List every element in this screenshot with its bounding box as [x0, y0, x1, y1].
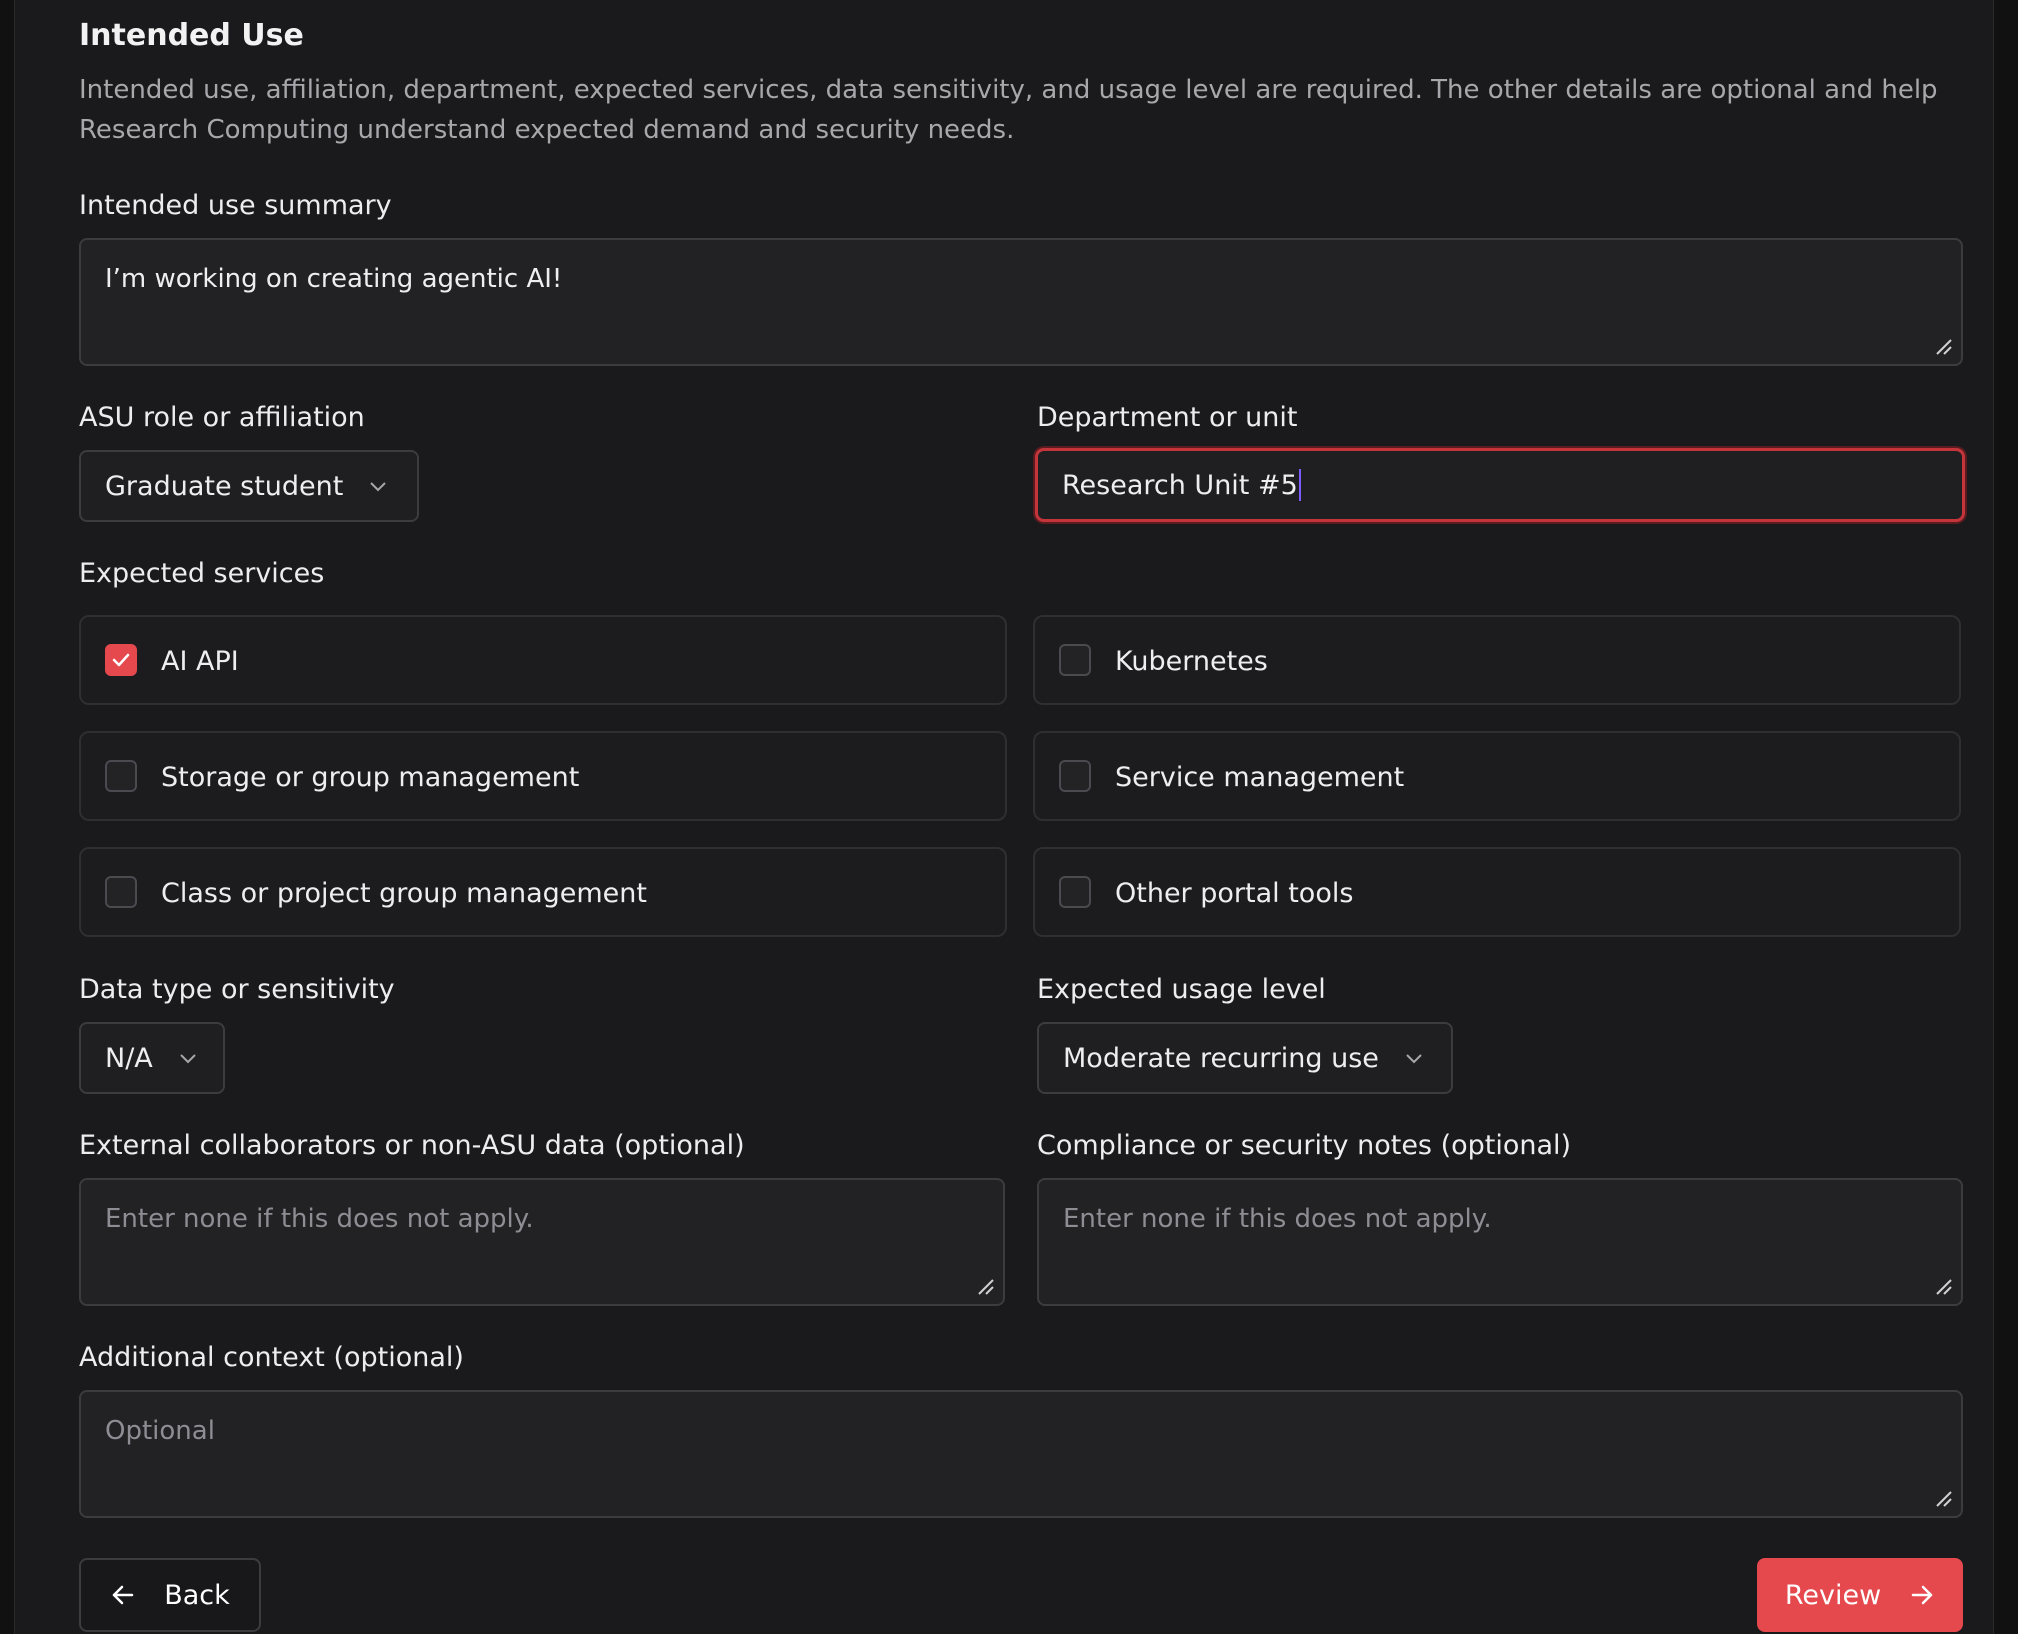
compliance-textarea[interactable]: Enter none if this does not apply.: [1037, 1178, 1963, 1306]
review-button-label: Review: [1784, 1579, 1882, 1611]
external-label: External collaborators or non-ASU data (…: [79, 1130, 745, 1161]
usage-level-label: Expected usage level: [1037, 974, 1326, 1005]
additional-placeholder: Optional: [105, 1416, 215, 1446]
data-sensitivity-label: Data type or sensitivity: [79, 974, 395, 1005]
service-option-other-tools[interactable]: Other portal tools: [1033, 847, 1961, 937]
intended-use-value: I’m working on creating agentic AI!: [105, 264, 563, 294]
services-label: Expected services: [79, 558, 325, 589]
service-option-class-project[interactable]: Class or project group management: [79, 847, 1007, 937]
checkbox[interactable]: [1059, 876, 1091, 908]
service-label: Service management: [1115, 762, 1405, 793]
section-description: Intended use, affiliation, department, e…: [79, 75, 1938, 145]
additional-label: Additional context (optional): [79, 1342, 464, 1373]
external-placeholder: Enter none if this does not apply.: [105, 1204, 534, 1234]
chevron-down-icon: [180, 1054, 196, 1064]
checkbox[interactable]: [105, 760, 137, 792]
resize-grip-icon[interactable]: [1935, 338, 1953, 356]
department-value: Research Unit #5: [1062, 469, 1298, 501]
department-input[interactable]: Research Unit #5: [1035, 448, 1965, 522]
service-option-service-management[interactable]: Service management: [1033, 731, 1961, 821]
resize-grip-icon[interactable]: [1935, 1490, 1953, 1508]
resize-grip-icon[interactable]: [1935, 1278, 1953, 1296]
service-option-storage[interactable]: Storage or group management: [79, 731, 1007, 821]
chevron-down-icon: [1406, 1054, 1422, 1064]
affiliation-select[interactable]: Graduate student: [79, 450, 419, 522]
intended-use-label: Intended use summary: [79, 190, 392, 221]
service-label: Class or project group management: [161, 878, 647, 909]
arrow-right-icon: [1911, 1585, 1933, 1605]
service-label: Other portal tools: [1115, 878, 1354, 909]
checkbox[interactable]: [1059, 760, 1091, 792]
review-button[interactable]: Review: [1757, 1558, 1963, 1632]
service-option-ai-api[interactable]: AI API: [79, 615, 1007, 705]
usage-level-selected: Moderate recurring use: [1063, 1042, 1379, 1074]
checkbox-checked[interactable]: [105, 644, 137, 676]
section-title: Intended Use: [79, 18, 304, 53]
service-label: AI API: [161, 646, 239, 677]
text-caret: [1298, 469, 1301, 501]
compliance-placeholder: Enter none if this does not apply.: [1063, 1204, 1492, 1234]
service-option-kubernetes[interactable]: Kubernetes: [1033, 615, 1961, 705]
affiliation-label: ASU role or affiliation: [79, 402, 365, 433]
department-label: Department or unit: [1037, 402, 1298, 433]
additional-textarea[interactable]: Optional: [79, 1390, 1963, 1518]
service-label: Storage or group management: [161, 762, 580, 793]
data-sensitivity-selected: N/A: [105, 1042, 153, 1074]
intended-use-panel: Intended Use Intended use, affiliation, …: [14, 0, 1994, 1634]
checkbox[interactable]: [1059, 644, 1091, 676]
service-label: Kubernetes: [1115, 646, 1268, 677]
affiliation-selected: Graduate student: [105, 470, 344, 502]
back-button-label: Back: [164, 1579, 230, 1611]
compliance-label: Compliance or security notes (optional): [1037, 1130, 1572, 1161]
external-textarea[interactable]: Enter none if this does not apply.: [79, 1178, 1005, 1306]
arrow-left-icon: [112, 1585, 134, 1605]
chevron-down-icon: [370, 482, 387, 492]
data-sensitivity-select[interactable]: N/A: [79, 1022, 225, 1094]
intended-use-textarea[interactable]: I’m working on creating agentic AI!: [79, 238, 1963, 366]
checkbox[interactable]: [105, 876, 137, 908]
check-icon: [112, 653, 130, 667]
resize-grip-icon[interactable]: [977, 1278, 995, 1296]
back-button[interactable]: Back: [79, 1558, 261, 1632]
usage-level-select[interactable]: Moderate recurring use: [1037, 1022, 1453, 1094]
